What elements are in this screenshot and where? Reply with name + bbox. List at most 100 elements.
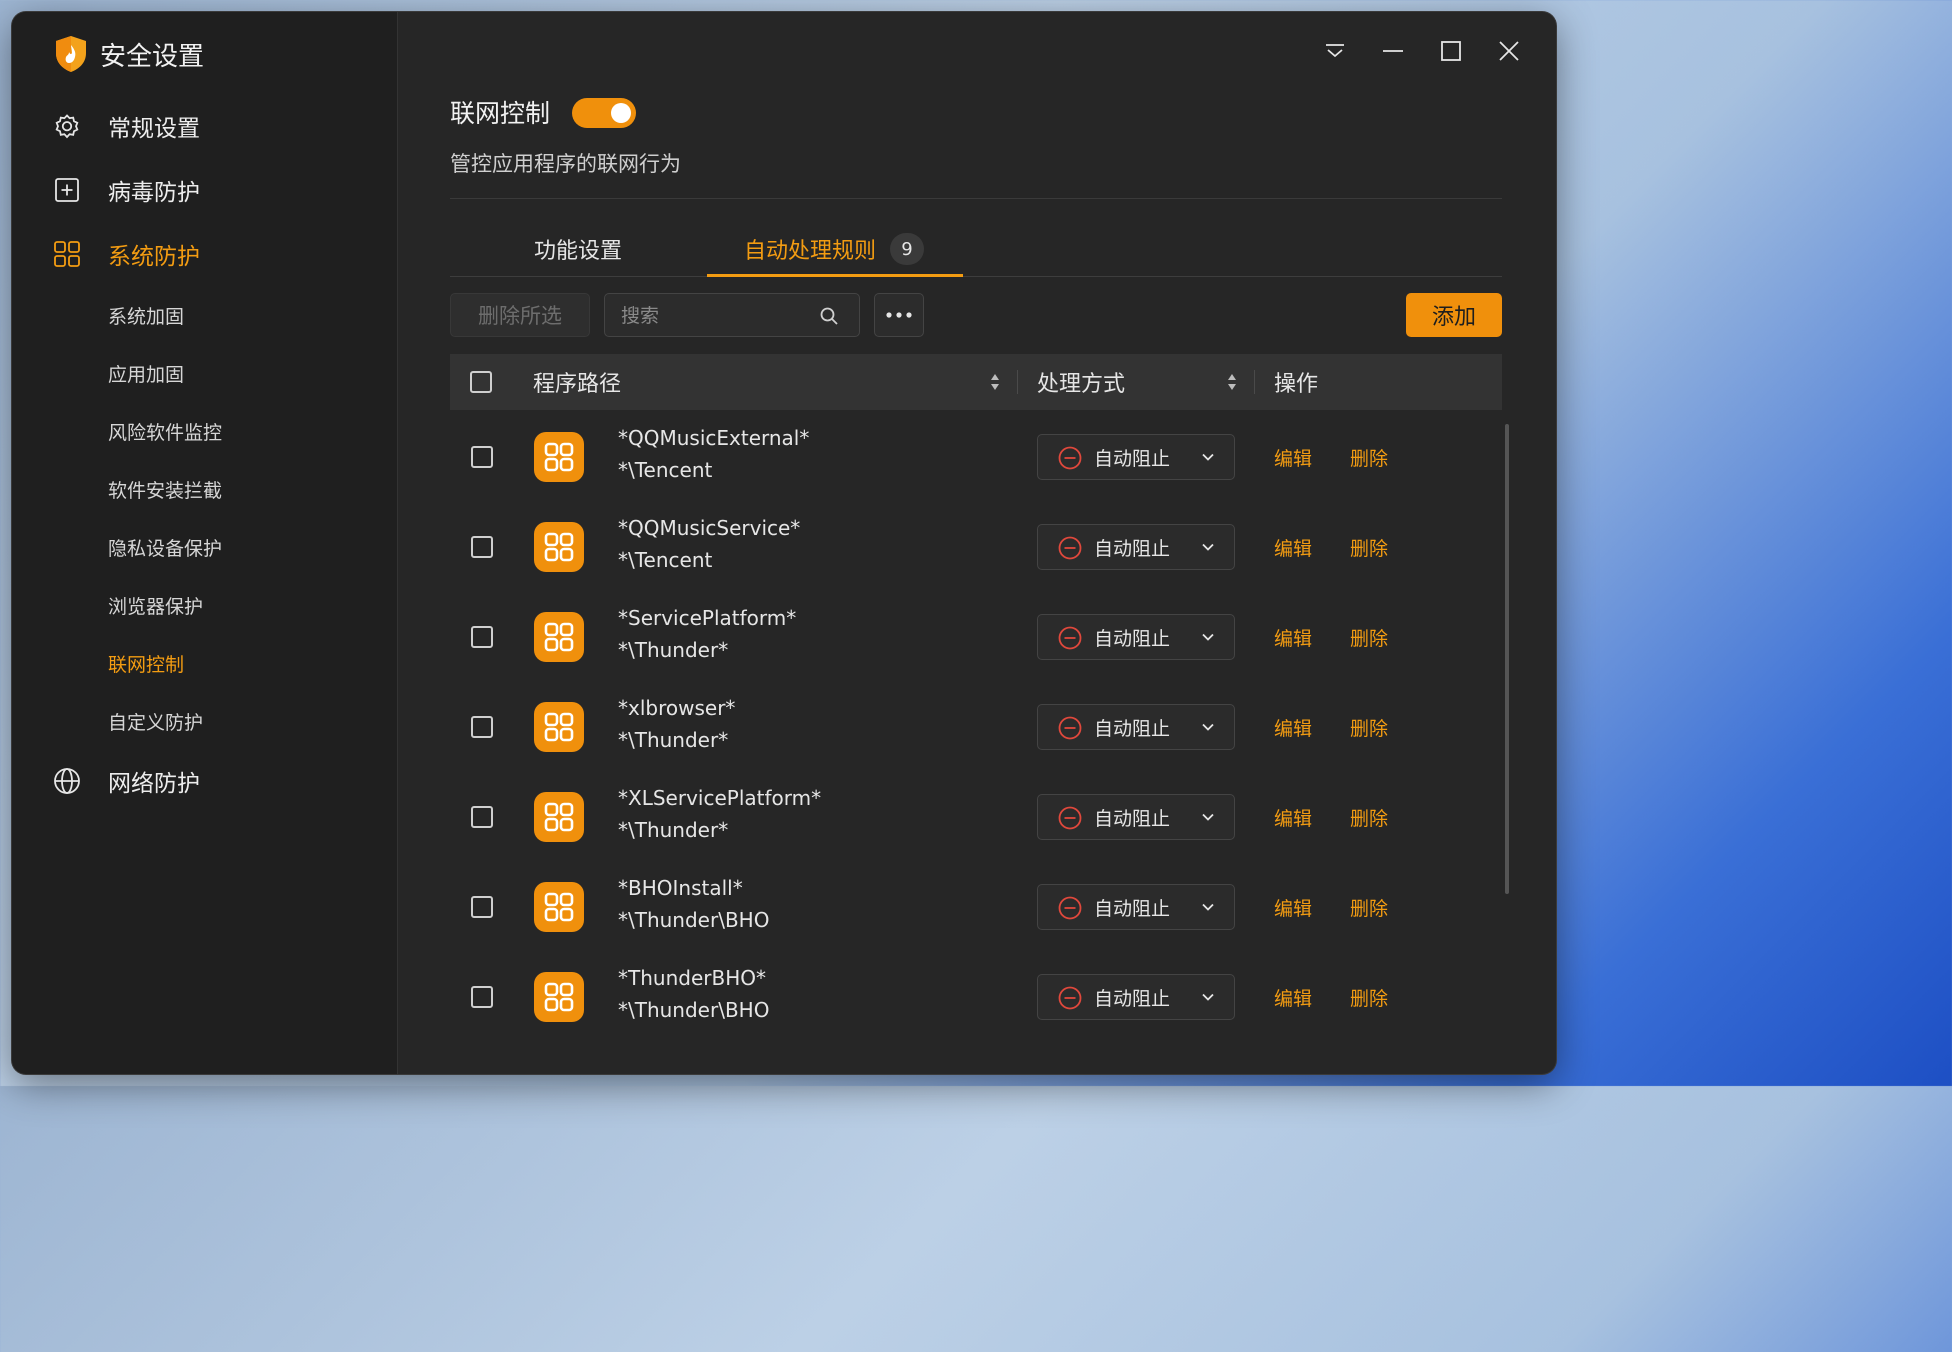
sidebar-subitem-custom[interactable]: 自定义防护 [108,701,203,741]
program-path-dir: *\Thunder* [618,638,729,662]
minimize-button[interactable] [1376,36,1410,66]
table-row: *XLServicePlatform* *\Thunder* 自动阻止 编辑 删除 [450,772,1502,862]
app-grid-icon [534,972,584,1022]
delete-link[interactable]: 删除 [1350,412,1388,502]
search-icon[interactable] [819,306,839,326]
select-all-checkbox[interactable] [470,371,492,393]
chevron-down-icon [1200,809,1216,825]
sidebar-subitem-network-control[interactable]: 联网控制 [108,643,184,683]
edit-link[interactable]: 编辑 [1274,412,1312,502]
action-label: 自动阻止 [1094,897,1171,920]
action-dropdown[interactable]: 自动阻止 [1037,974,1235,1020]
program-path-name: *QQMusicService* [618,516,801,540]
row-checkbox[interactable] [471,446,493,468]
column-header-action[interactable]: 处理方式 [1037,354,1125,410]
row-checkbox[interactable] [471,716,493,738]
column-separator [1254,370,1255,394]
table-scrollbar[interactable] [1505,424,1509,894]
sidebar-subitem-privacy-device[interactable]: 隐私设备保护 [108,527,222,567]
minimize-icon [1383,50,1403,52]
delete-selected-button[interactable]: 删除所选 [450,293,590,337]
sidebar-item-label: 网络防护 [108,771,200,797]
action-dropdown[interactable]: 自动阻止 [1037,884,1235,930]
edit-link[interactable]: 编辑 [1274,682,1312,772]
sidebar-subitem-system-hardening[interactable]: 系统加固 [108,295,184,335]
action-dropdown[interactable]: 自动阻止 [1037,614,1235,660]
edit-link[interactable]: 编辑 [1274,862,1312,952]
more-dots-icon [886,312,912,318]
delete-link[interactable]: 删除 [1350,862,1388,952]
row-checkbox[interactable] [471,896,493,918]
row-checkbox[interactable] [471,626,493,648]
menu-dropdown-icon [1326,44,1344,58]
sidebar: 安全设置 常规设置 病毒防护 系统防护 系统加固 应用加固 风险软件监控 软件安… [12,12,398,1074]
edit-link[interactable]: 编辑 [1274,502,1312,592]
sidebar-item-network[interactable]: 网络防护 [52,757,200,805]
action-label: 自动阻止 [1094,987,1171,1010]
sidebar-item-virus[interactable]: 病毒防护 [52,166,200,214]
row-checkbox[interactable] [471,536,493,558]
chevron-down-icon [1200,629,1216,645]
sidebar-subitem-browser[interactable]: 浏览器保护 [108,585,203,625]
column-separator [1017,370,1018,394]
row-checkbox[interactable] [471,986,493,1008]
app-grid-icon [534,792,584,842]
chevron-down-icon [1200,899,1216,915]
program-path-dir: *\Tencent [618,548,713,572]
action-label: 自动阻止 [1094,537,1171,560]
chevron-down-icon [1200,989,1216,1005]
sidebar-item-system[interactable]: 系统防护 [52,230,200,278]
close-icon [1499,41,1519,61]
row-checkbox[interactable] [471,806,493,828]
sidebar-subitem-app-hardening[interactable]: 应用加固 [108,353,184,393]
delete-link[interactable]: 删除 [1350,502,1388,592]
action-dropdown[interactable]: 自动阻止 [1037,704,1235,750]
main-panel: 联网控制 管控应用程序的联网行为 功能设置 自动处理规则 9 删除所选 搜索 添… [398,12,1556,1074]
sidebar-subitem-risk-software[interactable]: 风险软件监控 [108,411,222,451]
sort-icon[interactable] [1227,372,1237,392]
chevron-down-icon [1200,719,1216,735]
toggle-knob [611,103,631,123]
delete-link[interactable]: 删除 [1350,682,1388,772]
tab-label: 自动处理规则 [744,239,877,264]
action-dropdown[interactable]: 自动阻止 [1037,524,1235,570]
sidebar-item-label: 系统防护 [108,244,200,270]
add-rule-button[interactable]: 添加 [1406,293,1502,337]
action-label: 自动阻止 [1094,807,1171,830]
maximize-button[interactable] [1434,36,1468,66]
action-dropdown[interactable]: 自动阻止 [1037,434,1235,480]
feature-description: 管控应用程序的联网行为 [450,152,681,176]
delete-link[interactable]: 删除 [1350,592,1388,682]
table-row: *ServicePlatform* *\Thunder* 自动阻止 编辑 删除 [450,592,1502,682]
action-dropdown[interactable]: 自动阻止 [1037,794,1235,840]
plus-square-icon [52,175,82,205]
edit-link[interactable]: 编辑 [1274,772,1312,862]
tab-label: 功能设置 [534,239,623,264]
sort-icon[interactable] [990,372,1000,392]
more-options-button[interactable] [874,293,924,337]
edit-link[interactable]: 编辑 [1274,592,1312,682]
edit-link[interactable]: 编辑 [1274,952,1312,1042]
close-button[interactable] [1492,36,1526,66]
sidebar-item-general[interactable]: 常规设置 [52,102,200,150]
chevron-down-icon [1200,539,1216,555]
rules-count-badge: 9 [890,233,925,265]
program-path-name: *ThunderBHO* [618,966,766,990]
delete-link[interactable]: 删除 [1350,772,1388,862]
feature-title: 联网控制 [450,99,551,128]
search-input[interactable] [619,294,813,338]
tab-bar: 功能设置 自动处理规则 9 [450,222,1502,277]
sidebar-subitem-install-block[interactable]: 软件安装拦截 [108,469,222,509]
block-icon [1058,626,1082,650]
network-control-toggle[interactable] [572,98,636,128]
tab-auto-rules[interactable]: 自动处理规则 9 [744,222,925,276]
column-header-path[interactable]: 程序路径 [533,354,621,410]
tab-function-settings[interactable]: 功能设置 [534,222,622,276]
delete-link[interactable]: 删除 [1350,952,1388,1042]
block-icon [1058,716,1082,740]
program-path-name: *QQMusicExternal* [618,426,810,450]
gear-icon [52,111,82,141]
menu-button[interactable] [1318,36,1352,66]
table-row: *QQMusicService* *\Tencent 自动阻止 编辑 删除 [450,502,1502,592]
sidebar-item-label: 病毒防护 [108,180,200,206]
